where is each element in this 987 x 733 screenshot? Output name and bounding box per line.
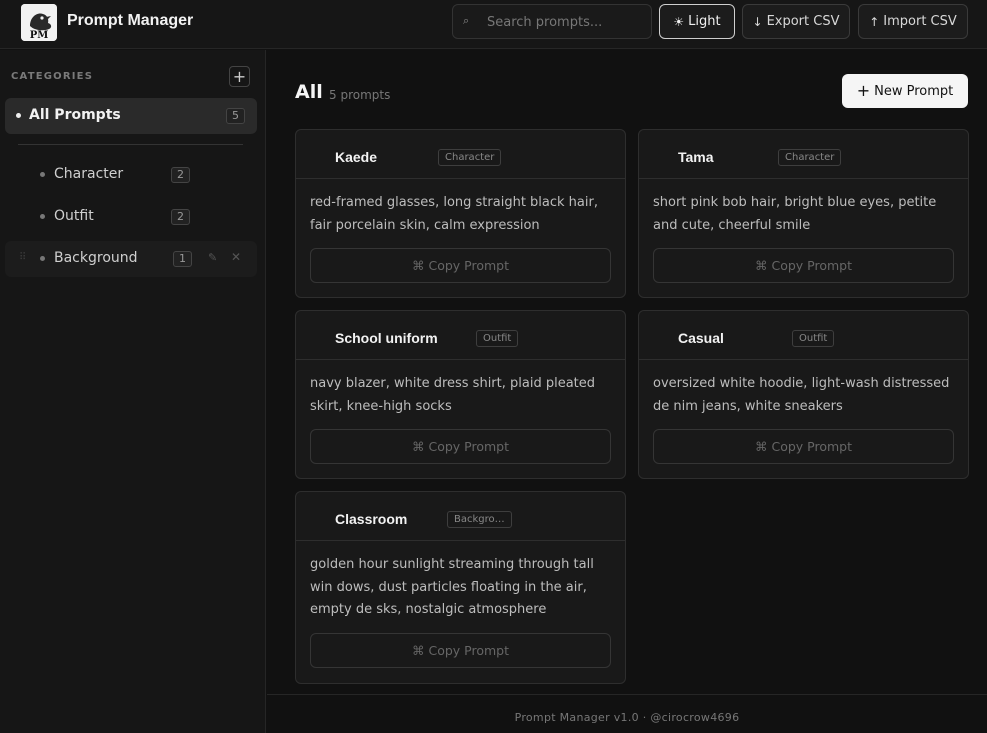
prompt-card[interactable]: Kaede Character red-framed glasses, long… <box>295 129 626 298</box>
arrow-up-icon: ↑ <box>869 14 880 29</box>
prompt-text: red-framed glasses, long straight black … <box>310 195 598 233</box>
plus-icon: + <box>856 81 871 100</box>
app-title: Prompt Manager <box>67 12 194 29</box>
main-content: All 5 prompts + New Prompt Kaede Charact… <box>267 50 987 733</box>
card-title: Tama <box>678 149 714 165</box>
copy-prompt-button[interactable]: ⌘ Copy Prompt <box>310 633 611 668</box>
card-header: Casual Outfit <box>639 311 968 360</box>
search-input[interactable] <box>487 12 647 32</box>
copy-prompt-button[interactable]: ⌘ Copy Prompt <box>310 248 611 283</box>
card-header: Kaede Character <box>296 130 625 179</box>
svg-text:PM: PM <box>30 30 49 41</box>
arrow-down-icon: ↓ <box>752 14 763 29</box>
copy-prompt-label: Copy Prompt <box>771 439 853 454</box>
sun-icon: ☀ <box>673 14 685 29</box>
copy-prompt-button[interactable]: ⌘ Copy Prompt <box>310 429 611 464</box>
command-icon: ⌘ <box>411 258 425 273</box>
category-tag: Outfit <box>792 330 835 347</box>
category-tag: Character <box>778 149 842 166</box>
sidebar-item-character[interactable]: Character 2 <box>5 157 257 193</box>
sidebar-item-label: Outfit <box>54 208 94 224</box>
categories-title: CATEGORIES <box>11 71 94 82</box>
copy-prompt-button[interactable]: ⌘ Copy Prompt <box>653 429 954 464</box>
category-count-badge: 2 <box>171 209 190 225</box>
bullet-icon <box>40 256 45 261</box>
new-prompt-button[interactable]: + New Prompt <box>842 74 968 108</box>
prompt-text: oversized white hoodie, light-wash distr… <box>653 376 950 414</box>
category-tag: Character <box>438 149 502 166</box>
drag-handle-icon[interactable]: ⠿ <box>19 252 26 263</box>
edit-icon[interactable]: ✎ <box>208 251 217 264</box>
import-csv-label: Import CSV <box>883 14 957 29</box>
command-icon: ⌘ <box>754 258 768 273</box>
sidebar-item-background[interactable]: ⠿ Background 1 ✎ ✕ <box>5 241 257 277</box>
command-icon: ⌘ <box>754 439 768 454</box>
card-header: School uniform Outfit <box>296 311 625 360</box>
search-box[interactable]: ⌕ <box>452 4 652 39</box>
card-title: Kaede <box>335 149 378 165</box>
prompt-text: navy blazer, white dress shirt, plaid pl… <box>310 376 596 414</box>
prompt-card[interactable]: School uniform Outfit navy blazer, white… <box>295 310 626 479</box>
footer-divider <box>267 694 987 695</box>
copy-prompt-label: Copy Prompt <box>428 258 510 273</box>
category-count-badge: 1 <box>173 251 192 267</box>
new-prompt-label: New Prompt <box>874 83 954 99</box>
prompt-text: golden hour sunlight streaming through t… <box>310 557 594 617</box>
copy-prompt-label: Copy Prompt <box>771 258 853 273</box>
category-count-badge: 2 <box>171 167 190 183</box>
card-header: Tama Character <box>639 130 968 179</box>
theme-toggle-label: Light <box>688 14 721 29</box>
sidebar-item-label: All Prompts <box>29 107 121 123</box>
copy-prompt-label: Copy Prompt <box>428 643 510 658</box>
bullet-icon <box>40 172 45 177</box>
export-csv-label: Export CSV <box>766 14 840 29</box>
import-csv-button[interactable]: ↑ Import CSV <box>858 4 968 39</box>
bullet-icon <box>16 113 21 118</box>
add-category-button[interactable]: + <box>229 66 250 87</box>
sidebar-item-all-prompts[interactable]: All Prompts 5 <box>5 98 257 134</box>
card-header: Classroom Backgro… <box>296 492 625 541</box>
category-tag: Backgro… <box>447 511 512 528</box>
delete-icon[interactable]: ✕ <box>231 250 241 264</box>
sidebar-divider <box>18 144 243 145</box>
sidebar-item-label: Character <box>54 166 124 182</box>
card-title: Casual <box>678 330 724 346</box>
theme-toggle-button[interactable]: ☀ Light <box>659 4 735 39</box>
app-root: PM Prompt Manager ⌕ ☀ Light ↓ Export CSV… <box>0 0 987 733</box>
category-count-badge: 5 <box>226 108 245 124</box>
command-icon: ⌘ <box>411 643 425 658</box>
sidebar: CATEGORIES + All Prompts 5 Character 2 O… <box>0 50 266 733</box>
card-title: Classroom <box>335 511 408 527</box>
copy-prompt-button[interactable]: ⌘ Copy Prompt <box>653 248 954 283</box>
sidebar-item-label: Background <box>54 250 138 266</box>
prompt-text: short pink bob hair, bright blue eyes, p… <box>653 195 937 233</box>
footer-text: Prompt Manager v1.0 · @cirocrow4696 <box>514 711 740 724</box>
bullet-icon <box>40 214 45 219</box>
page-title: All <box>295 81 323 103</box>
prompt-card[interactable]: Casual Outfit oversized white hoodie, li… <box>638 310 969 479</box>
prompt-count: 5 prompts <box>329 88 391 102</box>
command-icon: ⌘ <box>411 439 425 454</box>
category-tag: Outfit <box>476 330 519 347</box>
prompt-card[interactable]: Classroom Backgro… golden hour sunlight … <box>295 491 626 684</box>
card-title: School uniform <box>335 330 438 346</box>
sidebar-item-outfit[interactable]: Outfit 2 <box>5 199 257 235</box>
export-csv-button[interactable]: ↓ Export CSV <box>742 4 850 39</box>
search-icon: ⌕ <box>463 14 470 27</box>
copy-prompt-label: Copy Prompt <box>428 439 510 454</box>
prompt-card[interactable]: Tama Character short pink bob hair, brig… <box>638 129 969 298</box>
header: PM Prompt Manager ⌕ ☀ Light ↓ Export CSV… <box>0 0 987 49</box>
app-logo: PM <box>21 4 57 41</box>
